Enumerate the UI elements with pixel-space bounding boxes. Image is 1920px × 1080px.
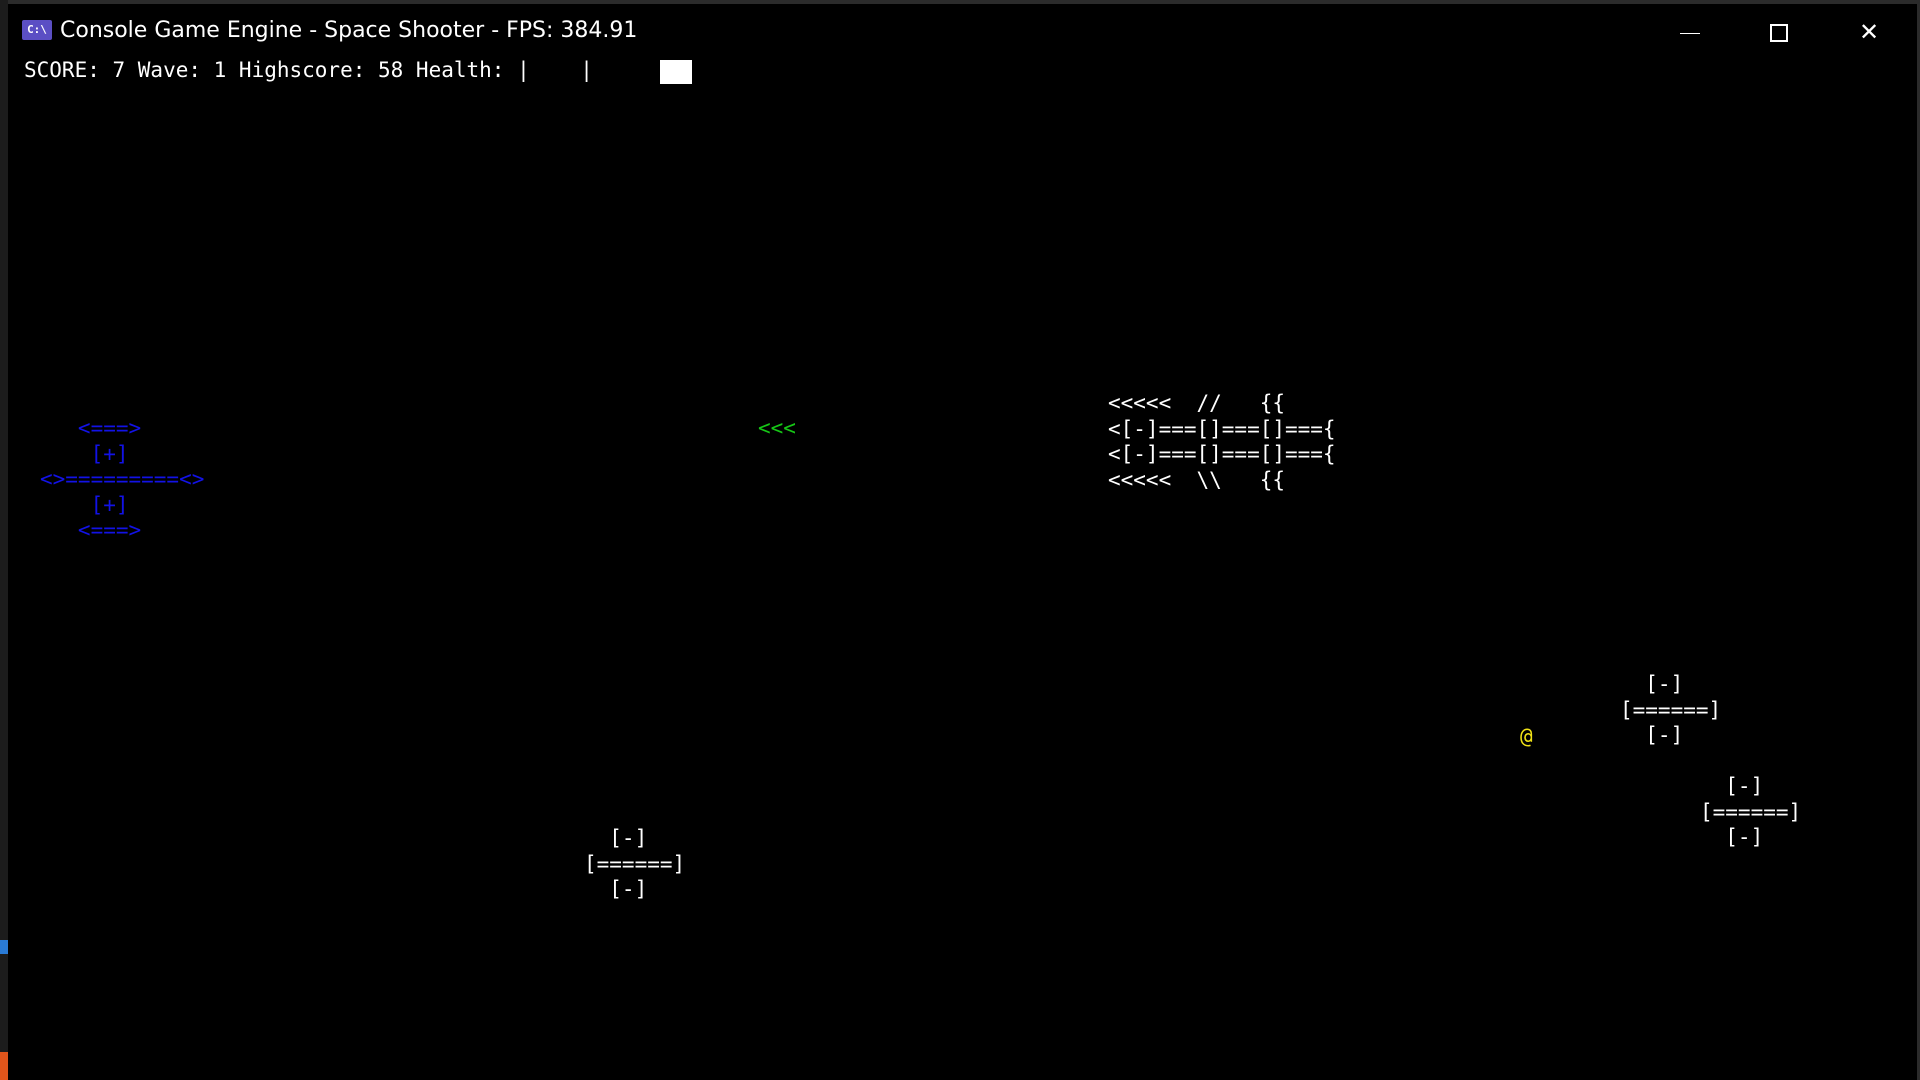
background-window-edge <box>0 940 8 954</box>
minimize-icon <box>1680 33 1700 34</box>
player-ship: <===> [+] <>=========<> [+] <===> <box>40 416 205 543</box>
maximize-button[interactable] <box>1734 8 1824 56</box>
console-app-icon: C:\ <box>22 20 52 40</box>
close-icon: ✕ <box>1858 18 1880 46</box>
boss-ship: <<<<< // {{ <[-]===[]===[]==={ <[-]===[]… <box>1108 391 1336 492</box>
window-title: Console Game Engine - Space Shooter - FP… <box>60 18 638 43</box>
health-bar-fill <box>660 60 692 84</box>
window-border-left <box>0 0 8 1080</box>
close-button[interactable]: ✕ <box>1824 8 1914 56</box>
enemy-ship: [-] [======] [-] <box>1700 774 1802 850</box>
maximize-icon <box>1770 24 1788 42</box>
enemy-ship: [-] [======] [-] <box>584 826 686 902</box>
pickup-item: @ <box>1520 724 1533 748</box>
minimize-button[interactable] <box>1644 8 1734 56</box>
title-bar[interactable]: C:\ Console Game Engine - Space Shooter … <box>8 4 1917 60</box>
enemy-ship: [-] [======] [-] <box>1620 672 1722 748</box>
hud-status: SCORE: 7 Wave: 1 Highscore: 58 Health: |… <box>24 58 593 82</box>
game-window: C:\ Console Game Engine - Space Shooter … <box>0 0 1920 1080</box>
player-shot: <<< <box>758 416 796 440</box>
background-window-edge <box>0 1052 8 1080</box>
